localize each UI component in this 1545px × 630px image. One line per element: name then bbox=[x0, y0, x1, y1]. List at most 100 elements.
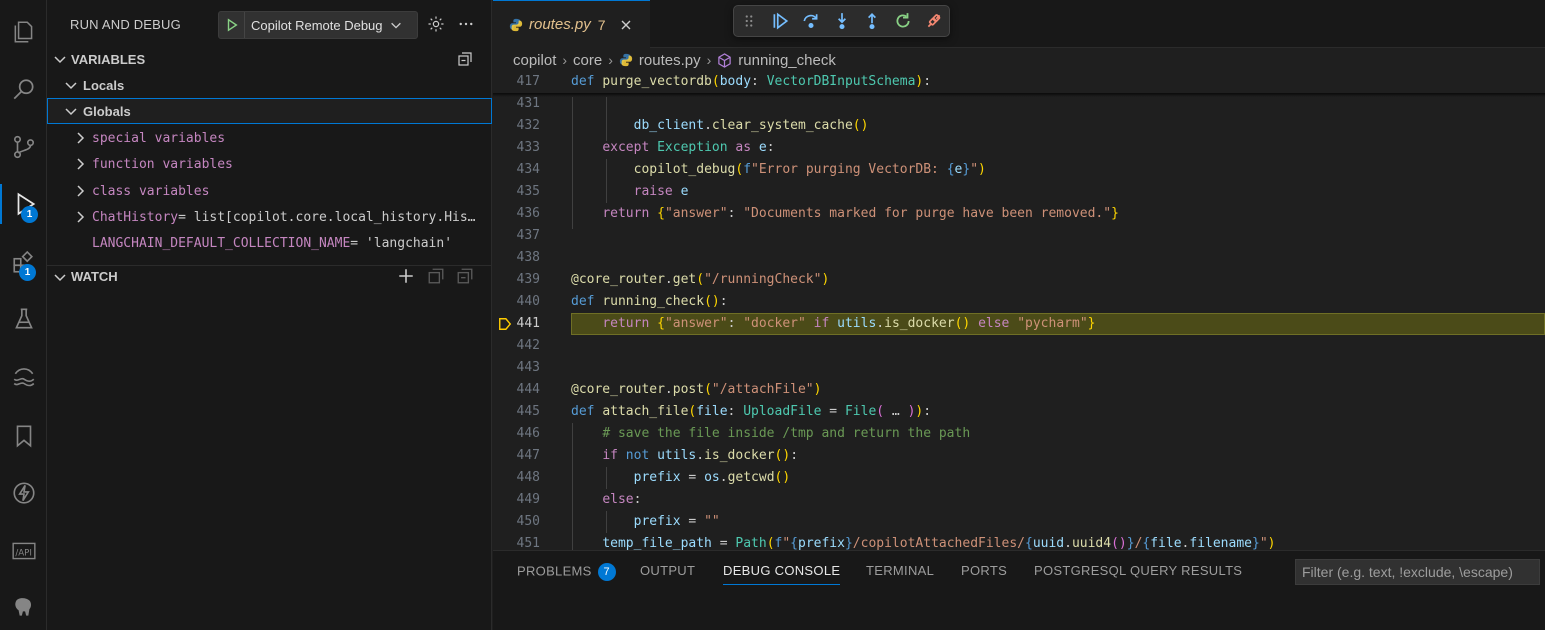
code-line-row[interactable]: 449 else: bbox=[493, 489, 1545, 511]
code-line: return {"answer": "docker" if utils.is_d… bbox=[602, 316, 1096, 331]
launch-config-select[interactable]: Copilot Remote Debug bbox=[218, 11, 418, 39]
step-over-button[interactable] bbox=[795, 6, 826, 36]
variable-name: class variables bbox=[92, 183, 210, 199]
continue-icon bbox=[773, 12, 789, 30]
gear-icon[interactable] bbox=[427, 15, 445, 33]
code-line-row[interactable]: 445 def attach_file(file: UploadFile = Fi… bbox=[493, 401, 1545, 423]
line-number: 439 bbox=[516, 272, 540, 287]
lightning-icon[interactable] bbox=[0, 473, 47, 513]
variable-name: special variables bbox=[92, 130, 226, 146]
remote-explorer-icon[interactable] bbox=[0, 357, 47, 397]
collapse-all-icon[interactable] bbox=[456, 267, 474, 285]
code-line: copilot_debug(f"Error purging VectorDB: … bbox=[633, 162, 986, 177]
debug-sidebar: RUN AND DEBUG Copilot Remote Debug VARIA… bbox=[47, 0, 492, 630]
sticky-scroll-line[interactable]: 417 def purge_vectordb(body: VectorDBInp… bbox=[493, 71, 1545, 93]
variable-row[interactable]: special variables bbox=[47, 125, 492, 151]
collapse-all-icon[interactable] bbox=[457, 51, 473, 67]
variable-row[interactable]: LANGCHAIN_DEFAULT_COLLECTION_NAME = 'lan… bbox=[47, 230, 492, 256]
chevron-down-icon bbox=[65, 108, 77, 116]
search-icon[interactable] bbox=[0, 70, 47, 110]
chevron-down-icon bbox=[65, 82, 77, 90]
code-line-row[interactable]: 432 db_client.clear_system_cache() bbox=[493, 115, 1545, 137]
line-number: 447 bbox=[516, 448, 540, 463]
add-expression-icon[interactable] bbox=[397, 267, 415, 285]
breadcrumb-item[interactable]: running_check bbox=[738, 52, 836, 69]
tab-postgresql-query-results[interactable]: POSTGRESQL QUERY RESULTS bbox=[1034, 563, 1242, 585]
bottom-panel: PROBLEMS 7 OUTPUT DEBUG CONSOLE TERMINAL … bbox=[493, 550, 1545, 630]
globals-scope[interactable]: Globals bbox=[47, 98, 492, 124]
tab-output[interactable]: OUTPUT bbox=[640, 563, 695, 585]
watch-header-label: WATCH bbox=[71, 269, 118, 284]
code-line-row[interactable]: 448 prefix = os.getcwd() bbox=[493, 467, 1545, 489]
code-line-row[interactable]: 450 prefix = "" bbox=[493, 511, 1545, 533]
tab-terminal[interactable]: TERMINAL bbox=[866, 563, 934, 585]
locals-label: Locals bbox=[83, 77, 125, 93]
breadcrumb-item[interactable]: core bbox=[573, 52, 602, 69]
code-line-row[interactable]: 440 def running_check(): bbox=[493, 291, 1545, 313]
code-line: temp_file_path = Path(f"{prefix}/copilot… bbox=[602, 536, 1276, 550]
continue-button[interactable] bbox=[765, 6, 796, 36]
code-line-row[interactable]: 442 bbox=[493, 335, 1545, 357]
code-line-row[interactable]: 434 copilot_debug(f"Error purging Vector… bbox=[493, 159, 1545, 181]
more-actions-icon[interactable] bbox=[457, 15, 475, 33]
line-number: 440 bbox=[516, 294, 540, 309]
variable-name: ChatHistory bbox=[92, 209, 179, 225]
editor-tab[interactable]: routes.py 7 bbox=[493, 0, 650, 48]
source-control-icon[interactable] bbox=[0, 127, 47, 167]
locals-scope[interactable]: Locals bbox=[47, 72, 492, 98]
refresh-icon[interactable] bbox=[427, 267, 445, 285]
chevron-right-icon bbox=[77, 211, 85, 223]
code-line-row[interactable]: 435 raise e bbox=[493, 181, 1545, 203]
code-line-row[interactable]: 433 except Exception as e: bbox=[493, 137, 1545, 159]
code-line-row[interactable]: 443 bbox=[493, 357, 1545, 379]
tab-ports[interactable]: PORTS bbox=[961, 563, 1007, 585]
tab-debug-console[interactable]: DEBUG CONSOLE bbox=[723, 563, 841, 585]
postgresql-elephant-icon[interactable] bbox=[0, 587, 47, 627]
step-into-button[interactable] bbox=[826, 6, 857, 36]
bookmark-icon[interactable] bbox=[0, 416, 47, 456]
tab-problems[interactable]: PROBLEMS 7 bbox=[517, 563, 616, 585]
step-out-button[interactable] bbox=[857, 6, 888, 36]
code-line-row[interactable]: 447 if not utils.is_docker(): bbox=[493, 445, 1545, 467]
variables-section-header[interactable]: VARIABLES bbox=[47, 48, 492, 70]
extensions-badge: 1 bbox=[19, 264, 36, 281]
code-line-row[interactable]: 451 temp_file_path = Path(f"{prefix}/cop… bbox=[493, 533, 1545, 550]
breadcrumb-item[interactable]: copilot bbox=[513, 52, 556, 69]
extensions-icon[interactable]: 1 bbox=[0, 242, 47, 282]
sticky-shadow bbox=[493, 93, 1545, 97]
code-line-row[interactable]: 438 bbox=[493, 247, 1545, 269]
watch-section-header[interactable]: WATCH bbox=[47, 265, 492, 287]
activity-bar: 1 1 /API bbox=[0, 0, 47, 630]
code-editor[interactable]: 417 def purge_vectordb(body: VectorDBInp… bbox=[493, 71, 1545, 550]
code-line-row[interactable]: 444 @core_router.post("/attachFile") bbox=[493, 379, 1545, 401]
breadcrumb-item[interactable]: routes.py bbox=[639, 52, 701, 69]
code-line-row[interactable]: 437 bbox=[493, 225, 1545, 247]
tab-filename: routes.py bbox=[529, 16, 591, 33]
code-line: if not utils.is_docker(): bbox=[602, 448, 799, 463]
api-icon[interactable]: /API bbox=[0, 531, 47, 571]
code-line-row[interactable]: 439 @core_router.get("/runningCheck") bbox=[493, 269, 1545, 291]
variable-row[interactable]: ChatHistory = list[copilot.core.local_hi… bbox=[47, 204, 492, 230]
testing-flask-icon[interactable] bbox=[0, 299, 47, 339]
indent-guide bbox=[606, 467, 607, 489]
code-line-row[interactable]: 436 return {"answer": "Documents marked … bbox=[493, 203, 1545, 225]
code-line-row[interactable]: 446 # save the file inside /tmp and retu… bbox=[493, 423, 1545, 445]
explorer-icon[interactable] bbox=[0, 12, 47, 52]
chevron-right-icon bbox=[77, 158, 85, 170]
filter-input[interactable] bbox=[1295, 559, 1540, 585]
method-symbol-icon bbox=[718, 52, 731, 68]
close-icon[interactable] bbox=[618, 17, 634, 33]
variable-row[interactable]: function variables bbox=[47, 151, 492, 177]
code-line: else: bbox=[602, 492, 642, 507]
run-debug-icon[interactable]: 1 bbox=[0, 184, 47, 224]
drag-handle-icon[interactable] bbox=[734, 6, 765, 36]
restart-button[interactable] bbox=[888, 6, 919, 36]
start-debugging-icon[interactable] bbox=[219, 12, 245, 38]
chevron-down-icon bbox=[54, 273, 66, 281]
variable-row[interactable]: class variables bbox=[47, 178, 492, 204]
code-line: def purge_vectordb(body: VectorDBInputSc… bbox=[571, 74, 932, 89]
line-number: 450 bbox=[516, 514, 540, 529]
disconnect-button[interactable] bbox=[918, 6, 949, 36]
line-number: 443 bbox=[516, 360, 540, 375]
current-execution-line[interactable]: 441 return {"answer": "docker" if utils.… bbox=[493, 313, 1545, 335]
